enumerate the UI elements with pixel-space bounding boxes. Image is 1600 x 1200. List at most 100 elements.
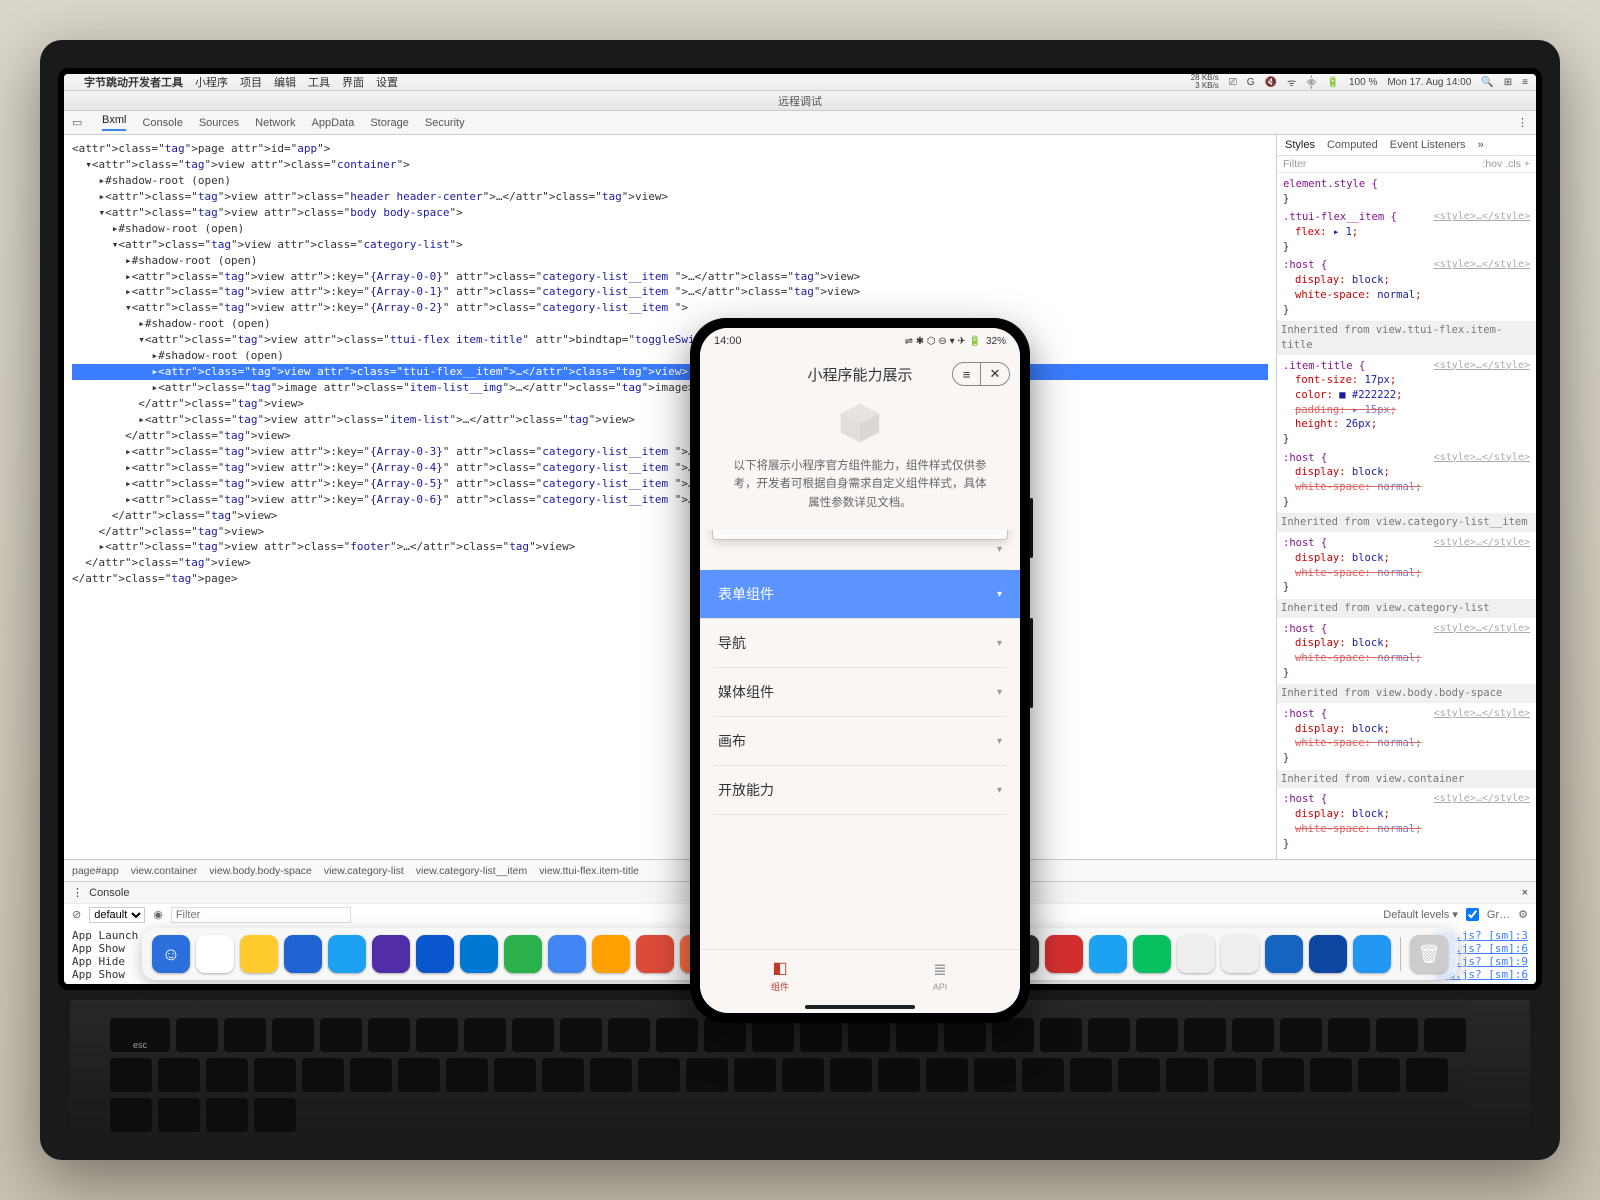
css-rule[interactable]: <style>…</style>:host {display: block;wh… [1283,258,1530,317]
list-item[interactable]: 画布▾ [714,717,1006,766]
dock-app[interactable] [1265,935,1303,973]
list-item[interactable]: ▾tt-view.ttui-flex__item308.09 × 24.36AC… [714,530,1006,570]
crumb[interactable]: view.category-list [324,865,404,877]
window-titlebar[interactable]: 远程调试 [64,91,1536,111]
dom-node[interactable]: ▸#shadow-root (open) [72,173,1268,189]
dom-node[interactable]: ▸<attr">class="tag">view attr">class="tt… [72,364,1268,380]
tab-security[interactable]: Security [425,117,465,129]
volume-icon[interactable]: 🔇 [1265,77,1277,88]
dom-node[interactable]: ▸<attr">class="tag">view attr">:key="{Ar… [72,460,1268,476]
dock-app[interactable] [240,935,278,973]
css-rule[interactable]: <style>…</style>.item-title {font-size: … [1283,359,1530,447]
crumb[interactable]: page#app [72,865,119,877]
levels-select[interactable]: Default levels ▾ [1383,908,1458,921]
styles-tab[interactable]: Styles [1285,139,1315,151]
dom-node[interactable]: ▸<attr">class="tag">view attr">class="it… [72,412,1268,428]
cls-toggle[interactable]: .cls [1505,158,1521,170]
dock-app[interactable] [1045,935,1083,973]
dom-node[interactable]: ▸<attr">class="tag">image attr">class="i… [72,380,1268,396]
dom-node[interactable]: ▸#shadow-root (open) [72,253,1268,269]
home-indicator[interactable] [700,1001,1020,1013]
menu-item[interactable]: 工具 [308,74,330,90]
computed-tab[interactable]: Computed [1327,139,1378,151]
close-icon[interactable]: × [1522,887,1528,899]
crumb[interactable]: view.ttui-flex.item-title [539,865,639,877]
crumb[interactable]: view.body.body-space [209,865,312,877]
list-item[interactable]: 导航▾ [714,619,1006,668]
list-item[interactable]: 表单组件▾ [700,570,1020,619]
dom-node[interactable]: ▸#shadow-root (open) [72,221,1268,237]
category-list[interactable]: ▾tt-view.ttui-flex__item308.09 × 24.36AC… [700,530,1020,949]
battery-icon[interactable]: 🔋 [1327,77,1339,88]
dock-app[interactable]: 🗑 [1410,935,1448,973]
tab-network[interactable]: Network [255,117,295,129]
dock-app[interactable] [548,935,586,973]
tray-icon[interactable]: ⎚ [1229,77,1237,88]
menu-item[interactable]: 设置 [376,74,398,90]
dock-app[interactable] [1177,935,1215,973]
elements-tree[interactable]: <attr">class="tag">page attr">id="app"> … [64,135,1276,859]
context-select[interactable]: default [89,907,145,923]
hov-toggle[interactable]: :hov [1482,158,1502,170]
more-icon[interactable]: ⋮ [1517,116,1528,129]
menu-item[interactable]: 项目 [240,74,262,90]
app-name[interactable]: 字节跳动开发者工具 [84,74,183,90]
dom-node[interactable]: ▾<attr">class="tag">view attr">class="ca… [72,237,1268,253]
list-item[interactable]: 媒体组件▾ [714,668,1006,717]
dom-node[interactable]: <attr">class="tag">page attr">id="app"> [72,141,1268,157]
dom-node[interactable]: ▾<attr">class="tag">view attr">class="co… [72,157,1268,173]
tab-bxml[interactable]: Bxml [102,114,126,131]
add-rule-icon[interactable]: + [1524,158,1530,170]
dock-app[interactable]: ☺ [152,935,190,973]
tab-components[interactable]: ◧ 组件 [700,950,860,1001]
menu-item[interactable]: 编辑 [274,74,296,90]
dom-node[interactable]: </attr">class="tag">view> [72,508,1268,524]
clear-icon[interactable]: ⊘ [72,908,81,921]
clock[interactable]: Mon 17. Aug 14:00 [1387,77,1471,88]
css-rule[interactable]: <style>…</style>:host {display: block;wh… [1283,622,1530,681]
dom-node[interactable]: ▾<attr">class="tag">view attr">class="bo… [72,205,1268,221]
wifi-icon[interactable]: ᯤ [1287,75,1296,89]
dock-app[interactable] [196,935,234,973]
event-listeners-tab[interactable]: Event Listeners [1390,139,1466,151]
dom-node[interactable]: </attr">class="tag">page> [72,571,1268,587]
control-center-icon[interactable]: ⊞ [1504,77,1512,88]
crumb[interactable]: view.container [131,865,198,877]
settings-icon[interactable]: ⚙ [1518,908,1528,921]
drawer-toggle-icon[interactable]: ⋮ [72,887,83,899]
dom-node[interactable]: ▸<attr">class="tag">view attr">:key="{Ar… [72,444,1268,460]
dom-node[interactable]: ▸#shadow-root (open) [72,316,1268,332]
dom-node[interactable]: ▸<attr">class="tag">view attr">:key="{Ar… [72,269,1268,285]
tab-appdata[interactable]: AppData [312,117,355,129]
dock-app[interactable] [1133,935,1171,973]
css-rule[interactable]: <style>…</style>.ttui-flex__item {flex: … [1283,210,1530,254]
dock-app[interactable] [372,935,410,973]
menu-item[interactable]: 小程序 [195,74,228,90]
dom-node[interactable]: ▾<attr">class="tag">view attr">:key="{Ar… [72,300,1268,316]
dock-app[interactable] [284,935,322,973]
css-rule[interactable]: element.style {} [1283,177,1530,206]
dom-node[interactable]: </attr">class="tag">view> [72,555,1268,571]
dock-app[interactable] [592,935,630,973]
tab-console[interactable]: Console [142,117,182,129]
more-icon[interactable]: » [1478,139,1484,151]
dom-node[interactable]: </attr">class="tag">view> [72,524,1268,540]
dock-app[interactable] [1221,935,1259,973]
group-checkbox[interactable] [1466,908,1479,921]
dock-app[interactable] [636,935,674,973]
dom-node[interactable]: ▸<attr">class="tag">view attr">:key="{Ar… [72,284,1268,300]
dom-node[interactable]: </attr">class="tag">view> [72,428,1268,444]
tab-sources[interactable]: Sources [199,117,239,129]
tab-storage[interactable]: Storage [370,117,409,129]
eye-icon[interactable]: ◉ [153,908,163,921]
close-icon[interactable]: ✕ [981,363,1009,385]
css-rule[interactable]: <style>…</style>:host {display: block;wh… [1283,792,1530,851]
css-rule[interactable]: <style>…</style>:host {display: block;wh… [1283,451,1530,510]
dom-node[interactable]: ▸<attr">class="tag">view attr">:key="{Ar… [72,492,1268,508]
dom-node[interactable]: ▸<attr">class="tag">view attr">class="he… [72,189,1268,205]
dock-app[interactable] [504,935,542,973]
dock-app[interactable] [1089,935,1127,973]
notifications-icon[interactable]: ≡ [1522,77,1528,88]
styles-rules[interactable]: element.style {} <style>…</style>.ttui-fl… [1277,173,1536,859]
inspect-icon[interactable]: ▭ [72,116,86,129]
